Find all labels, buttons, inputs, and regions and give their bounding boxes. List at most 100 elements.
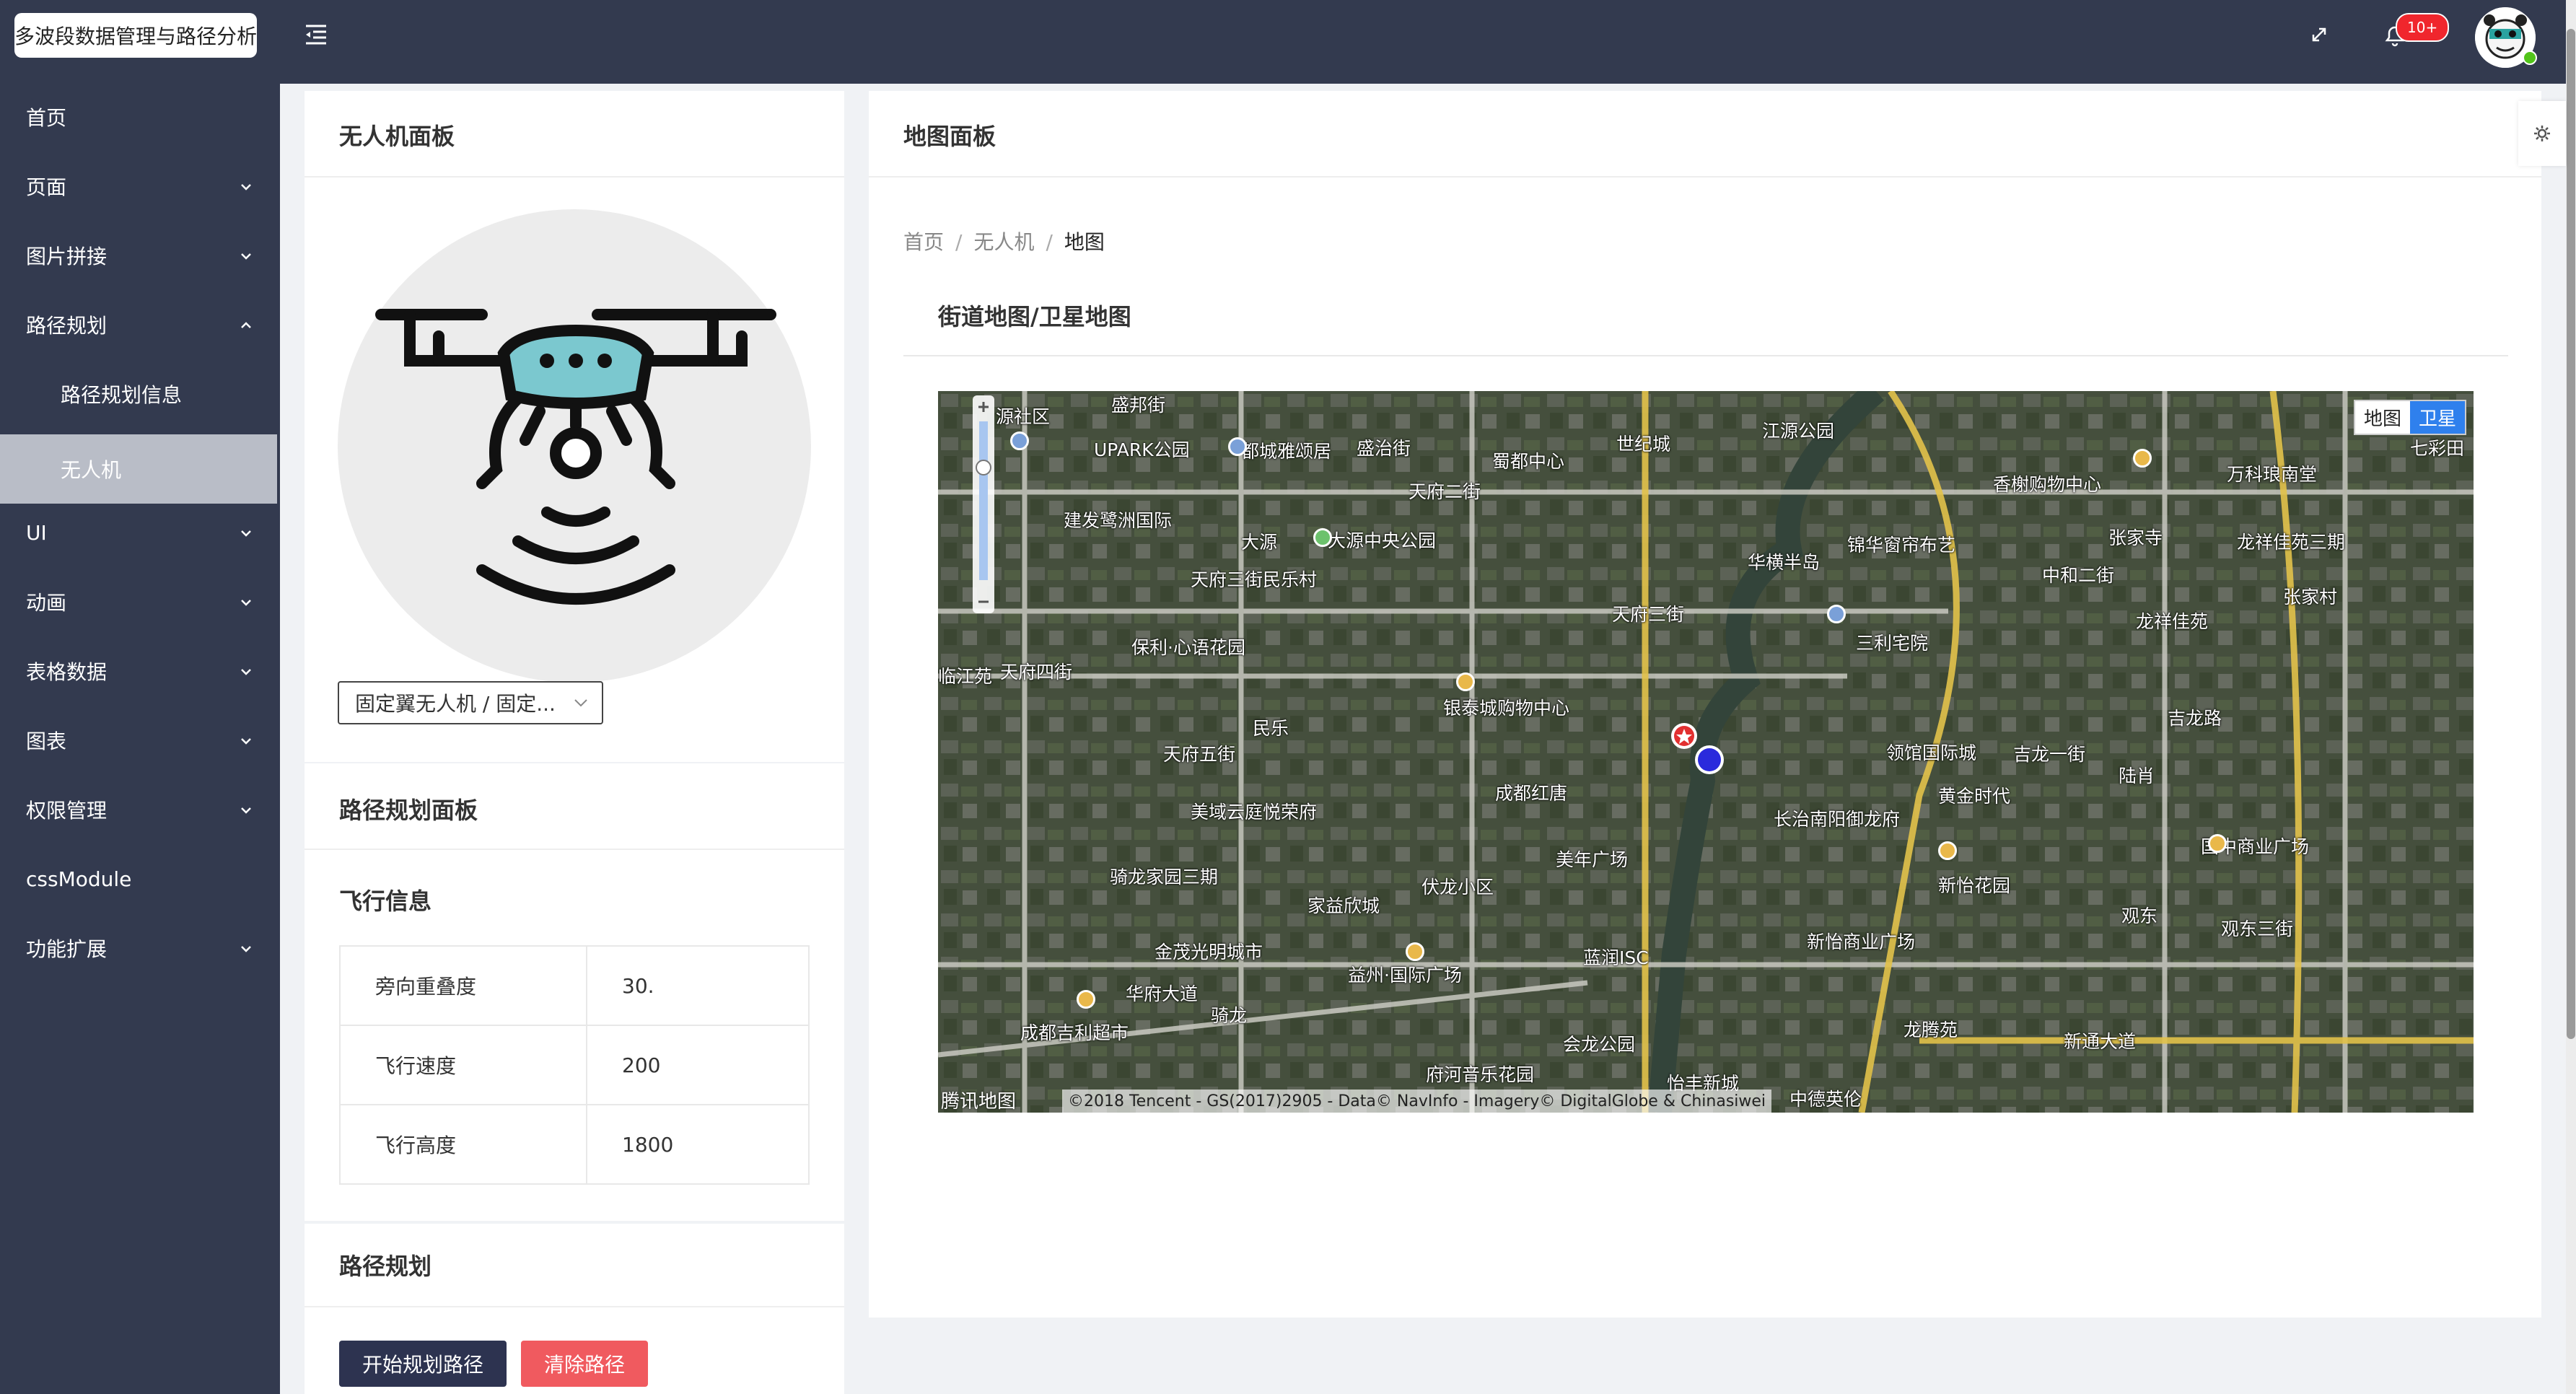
sidebar-item-home[interactable]: 首页: [0, 82, 277, 152]
sidebar-item-label: 路径规划信息: [61, 383, 183, 407]
clear-route-button[interactable]: 清除路径: [521, 1341, 648, 1387]
map-label: 银泰城购物中心: [1443, 698, 1570, 719]
map-label: 观东三街: [2221, 919, 2294, 939]
map-zoom-control[interactable]: [971, 395, 996, 613]
drone-panel-header: 无人机面板: [305, 91, 844, 177]
map-type-satellite-button[interactable]: 卫星: [2410, 401, 2466, 434]
drone-type-select[interactable]: 固定翼无人机 / 固定...: [338, 681, 603, 724]
sidebar-item-label: cssModule: [26, 867, 132, 891]
route-panel-title: 路径规划面板: [339, 797, 478, 824]
map-label: 盛邦街: [1111, 395, 1166, 416]
sidebar-item-cssmodule[interactable]: cssModule: [0, 844, 277, 913]
map-label: 长治南阳御龙府: [1774, 809, 1901, 830]
flight-info-title: 飞行信息: [339, 887, 432, 915]
overlap-value: 30.: [586, 945, 810, 1026]
table-row: 飞行速度 200: [339, 1025, 810, 1105]
sidebar-item-route-info[interactable]: 路径规划信息: [0, 359, 277, 429]
map-label: 新怡商业广场: [1807, 931, 1916, 952]
map-label: 三利宅院: [1856, 633, 1929, 654]
map-label: 江源公园: [1762, 421, 1835, 442]
drone-icon: [375, 309, 776, 605]
poi-marker[interactable]: [1010, 431, 1029, 450]
route-panel-header: 路径规划面板: [305, 763, 844, 850]
sidebar-item-extensions[interactable]: 功能扩展: [0, 913, 277, 983]
map-panel-header: 地图面板: [869, 91, 2541, 177]
altitude-value: 1800: [586, 1104, 810, 1185]
table-row: 飞行高度 1800: [339, 1104, 810, 1185]
map-label: 金茂光明城市: [1155, 942, 1263, 963]
chevron-down-icon: [241, 530, 251, 537]
poi-marker[interactable]: [1827, 605, 1846, 623]
map-label: 万科琅南堂: [2227, 464, 2318, 485]
map-type-street-button[interactable]: 地图: [2355, 401, 2411, 434]
sidebar-item-label: 页面: [26, 175, 67, 199]
drone-type-select-value: 固定翼无人机 / 固定...: [355, 692, 556, 716]
map-label: 天府二街: [1409, 481, 1481, 502]
map-label: 陆肖: [2119, 766, 2155, 786]
page-scrollbar-thumb[interactable]: [2567, 29, 2575, 1039]
sidebar-item-charts[interactable]: 图表: [0, 706, 277, 775]
sidebar-item-label: 功能扩展: [26, 937, 108, 961]
map-label: 会龙公园: [1563, 1034, 1636, 1055]
poi-marker[interactable]: [1406, 942, 1424, 961]
map-panel-title: 地图面板: [903, 123, 996, 150]
menu-fold-icon[interactable]: [303, 22, 329, 48]
map-label: 吉龙路: [2168, 708, 2222, 729]
map-label: 盛治街: [1357, 438, 1411, 459]
start-route-button[interactable]: 开始规划路径: [339, 1341, 507, 1387]
poi-marker[interactable]: [2133, 449, 2152, 468]
sidebar-item-label: 图表: [26, 729, 67, 753]
breadcrumb-home[interactable]: 首页: [903, 230, 944, 254]
map-label: 龙祥佳苑三期: [2237, 532, 2346, 553]
poi-marker[interactable]: [1456, 672, 1475, 691]
route-title: 路径规划: [339, 1253, 432, 1280]
online-status-dot: [2523, 51, 2537, 65]
drone-panel-title: 无人机面板: [339, 123, 455, 150]
sidebar-item-label: 动画: [26, 591, 67, 615]
map-label: 骑龙家园三期: [1110, 867, 1219, 887]
divider: [903, 355, 2508, 356]
map-label: 天府五街: [1163, 744, 1236, 765]
sidebar-item-table-data[interactable]: 表格数据: [0, 636, 277, 706]
chevron-up-icon: [241, 322, 251, 328]
section-divider: [305, 1221, 844, 1224]
map-label: 保利·心语花园: [1131, 637, 1245, 658]
poi-marker[interactable]: [1938, 841, 1957, 860]
poi-marker[interactable]: [2208, 834, 2227, 853]
map-label: 华府大道: [1126, 983, 1199, 1004]
sidebar-item-ui[interactable]: UI: [0, 498, 277, 567]
fullscreen-icon[interactable]: [2309, 25, 2329, 45]
sidebar-item-pages[interactable]: 页面: [0, 152, 277, 221]
map-label: 华横半岛: [1748, 552, 1821, 573]
poi-marker[interactable]: [1077, 990, 1095, 1009]
chevron-down-icon: [241, 946, 251, 952]
map-label: 伏龙小区: [1421, 877, 1494, 898]
chevron-down-icon: [241, 669, 251, 675]
map-label: 天府三街民乐村: [1191, 569, 1318, 590]
breadcrumb-drone[interactable]: 无人机: [973, 230, 1034, 254]
map-label: 领馆国际城: [1886, 742, 1977, 763]
sidebar-item-label: 首页: [26, 106, 67, 130]
map-label: 新怡花园: [1938, 875, 2011, 896]
settings-drawer-toggle[interactable]: [2518, 101, 2566, 166]
speed-value: 200: [586, 1025, 810, 1105]
sidebar-item-image-stitching[interactable]: 图片拼接: [0, 221, 277, 290]
sidebar-item-drone[interactable]: 无人机: [0, 434, 277, 504]
map-label: 蓝润ISC: [1583, 947, 1649, 968]
drone-position-marker-icon[interactable]: [1693, 743, 1726, 776]
sidebar-item-route-planning[interactable]: 路径规划: [0, 290, 277, 359]
poi-marker[interactable]: [1313, 528, 1332, 547]
drone-image: [338, 209, 811, 683]
map-label: 龙祥佳苑: [2136, 611, 2209, 632]
top-header: [280, 0, 2576, 84]
sidebar-item-permissions[interactable]: 权限管理: [0, 775, 277, 844]
poi-marker[interactable]: [1228, 437, 1247, 456]
map-subtitle: 街道地图/卫星地图: [938, 303, 1131, 330]
map-label: 世纪城: [1616, 434, 1671, 455]
map-label: 张家村: [2283, 587, 2338, 608]
sidebar-item-animation[interactable]: 动画: [0, 567, 277, 636]
chevron-down-icon: [241, 600, 251, 606]
table-row: 旁向重叠度 30.: [339, 945, 810, 1026]
map-provider-logo: 腾讯地图: [941, 1091, 1017, 1113]
satellite-map[interactable]: 盛邦街 源社区 UPARK公园 都城雅颂居 盛治街 蜀都中心 世纪城 江源公园 …: [938, 391, 2474, 1113]
